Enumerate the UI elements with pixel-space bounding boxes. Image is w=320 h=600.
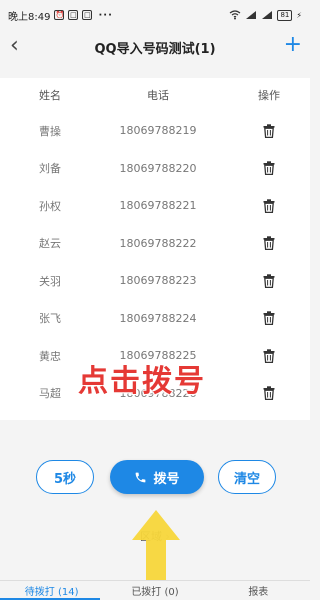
alarm-icon: ⏰ — [54, 10, 65, 20]
table-row: 张飞 18069788224 — [0, 300, 310, 338]
header-action: 操作 — [258, 89, 280, 102]
plus-icon[interactable]: + — [284, 32, 302, 58]
delete-button[interactable] — [216, 274, 310, 288]
app-notification-icon: □ — [82, 10, 93, 20]
trash-icon — [263, 349, 275, 363]
tab-dialed[interactable]: 已拨打 (0) — [103, 583, 206, 598]
table-row: 孙权 18069788221 — [0, 187, 310, 225]
interval-button[interactable]: 5秒 — [36, 460, 94, 494]
instruction-caption: 点击拨号 — [78, 364, 206, 399]
chevron-left-icon[interactable]: ‹ — [10, 34, 19, 58]
app-notification-icon: □ — [68, 10, 79, 20]
delete-button[interactable] — [216, 349, 310, 363]
trash-icon — [263, 311, 275, 326]
signal-icon — [246, 11, 257, 19]
status-bar: 晚上8:49 ⏰ □ □ ··· 81 ⚡ — [0, 0, 310, 30]
table-header: 姓名 电话 操作 — [0, 78, 310, 112]
contact-phone: 18069788222 — [119, 236, 197, 250]
page-title: QQ导入号码测试(1) — [94, 41, 216, 57]
trash-icon — [263, 274, 275, 288]
table-row: 赵云 18069788222 — [0, 225, 310, 263]
dial-button[interactable]: 拨号 — [110, 460, 204, 494]
delete-button[interactable] — [216, 386, 310, 401]
clear-button[interactable]: 清空 — [218, 460, 276, 494]
tab-report[interactable]: 报表 — [207, 583, 310, 598]
arrow-up-icon — [132, 510, 180, 582]
contact-name: 赵云 — [39, 237, 61, 251]
contact-phone: 18069788223 — [119, 274, 197, 288]
delete-button[interactable] — [216, 161, 310, 176]
phone-icon — [136, 472, 146, 482]
contact-name: 张飞 — [39, 312, 61, 326]
trash-icon — [263, 386, 275, 401]
battery-icon: 81 — [277, 9, 293, 21]
contact-phone: 18069788224 — [119, 311, 197, 325]
table-row: 曹操 18069788219 — [0, 112, 310, 150]
contact-name: 刘备 — [39, 162, 61, 176]
status-time: 晚上8:49 — [8, 11, 51, 23]
table-row: 关羽 18069788223 — [0, 262, 310, 300]
signal-icon — [262, 11, 273, 19]
charging-icon: ⚡ — [296, 10, 302, 20]
tab-pending[interactable]: 待拨打 (14) — [0, 583, 103, 598]
contact-phone: 18069788221 — [119, 199, 197, 213]
trash-icon — [263, 236, 275, 251]
contact-name: 曹操 — [39, 124, 61, 138]
header-phone: 电话 — [147, 89, 169, 102]
delete-button[interactable] — [216, 311, 310, 326]
more-notifications-icon: ··· — [98, 9, 113, 21]
status-right: 81 ⚡ — [229, 9, 302, 21]
trash-icon — [263, 161, 275, 176]
contact-phone: 18069788219 — [119, 124, 197, 138]
contact-name: 关羽 — [39, 274, 61, 288]
contact-name: 孙权 — [39, 199, 61, 213]
bottom-tab-bar: 待拨打 (14) 已拨打 (0) 报表 — [0, 580, 310, 600]
action-buttons: 5秒 拨号 清空 — [0, 460, 310, 496]
trash-icon — [263, 199, 275, 213]
nav-bar: ‹ QQ导入号码测试(1) + — [0, 30, 310, 64]
trash-icon — [263, 124, 275, 138]
header-name: 姓名 — [39, 89, 61, 102]
delete-button[interactable] — [216, 236, 310, 251]
wifi-icon — [230, 10, 241, 20]
delete-button[interactable] — [216, 199, 310, 213]
dial-button-label: 拨号 — [153, 471, 180, 487]
delete-button[interactable] — [216, 124, 310, 138]
contact-phone: 18069788220 — [119, 161, 197, 175]
table-row: 刘备 18069788220 — [0, 150, 310, 188]
